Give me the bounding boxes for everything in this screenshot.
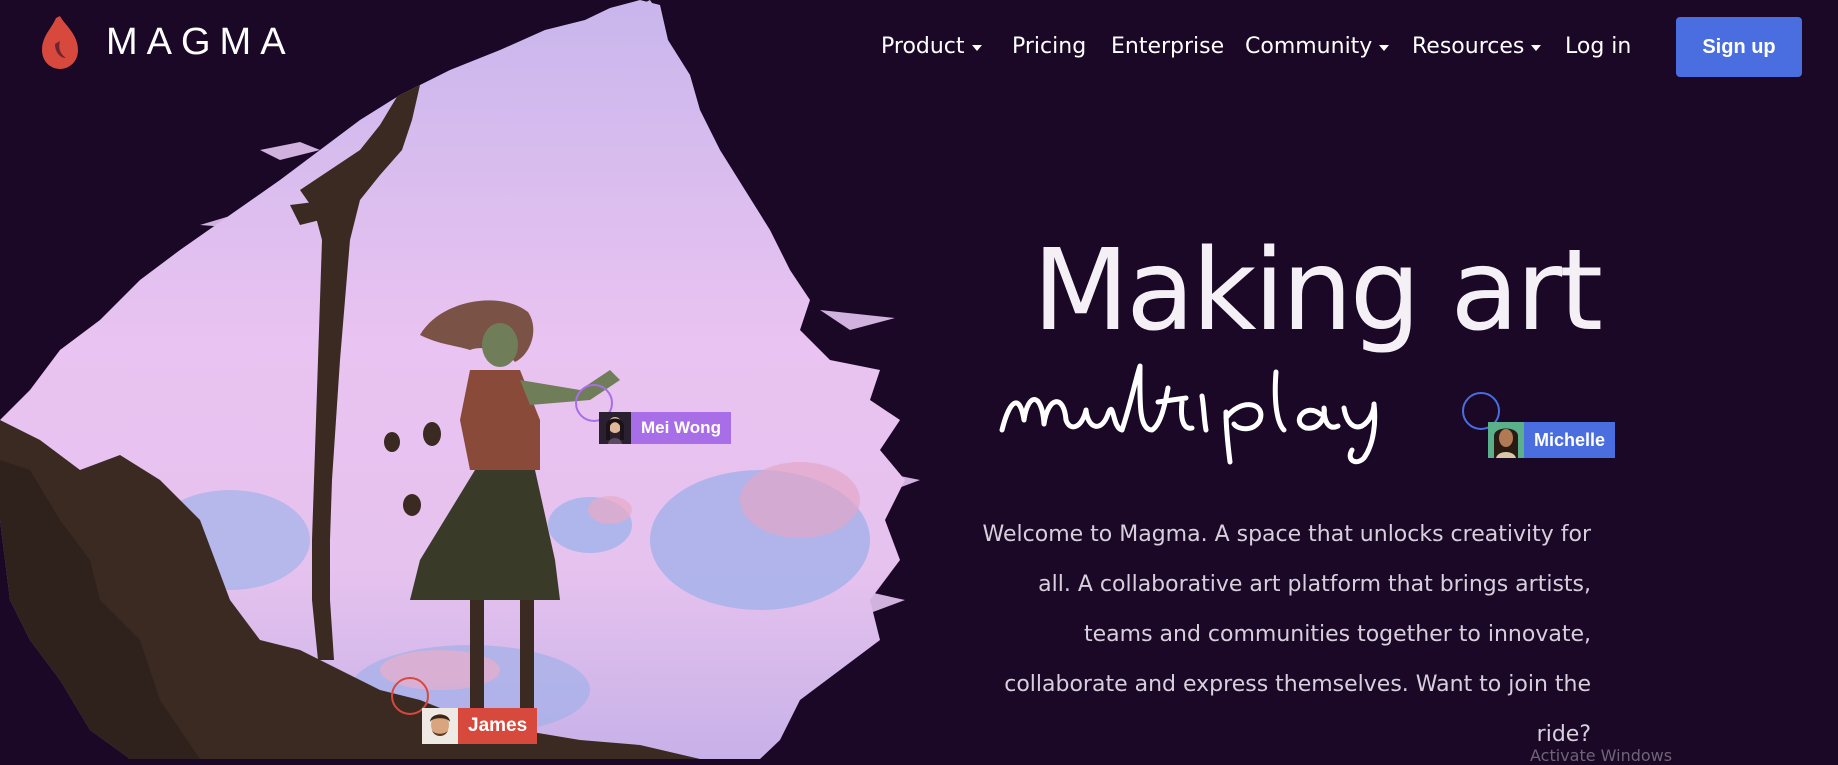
nav-resources-label: Resources xyxy=(1412,34,1525,59)
signup-button[interactable]: Sign up xyxy=(1676,17,1802,77)
chevron-down-icon xyxy=(971,44,982,51)
michelle-name: Michelle xyxy=(1524,422,1616,458)
nav-enterprise-label: Enterprise xyxy=(1111,34,1225,59)
activate-windows-watermark: Activate Windows xyxy=(1530,746,1673,765)
nav-login[interactable]: Log in xyxy=(1565,34,1631,59)
mei-wong-avatar xyxy=(599,412,631,444)
hero-artwork xyxy=(0,0,920,759)
mei-wong-cursor-tag: Mei Wong xyxy=(599,412,731,444)
nav-resources[interactable]: Resources xyxy=(1412,34,1542,59)
james-cursor-tag: James xyxy=(422,708,538,744)
nav-login-label: Log in xyxy=(1565,34,1632,59)
multiplay-script: multiplay xyxy=(999,363,1378,465)
nav-enterprise[interactable]: Enterprise xyxy=(1111,34,1224,59)
nav-pricing-label: Pricing xyxy=(1012,34,1087,59)
nav-community[interactable]: Community xyxy=(1245,34,1390,59)
james-avatar xyxy=(422,708,458,744)
chevron-down-icon xyxy=(1531,44,1542,51)
nav-pricing[interactable]: Pricing xyxy=(1012,34,1086,59)
james-name: James xyxy=(458,708,538,744)
hero-description: Welcome to Magma. A space that unlocks c… xyxy=(982,522,1591,747)
chevron-down-icon xyxy=(1379,44,1390,51)
mei-wong-name: Mei Wong xyxy=(631,412,731,444)
nav-community-label: Community xyxy=(1245,34,1373,59)
hero-title: Making art xyxy=(1032,226,1603,356)
